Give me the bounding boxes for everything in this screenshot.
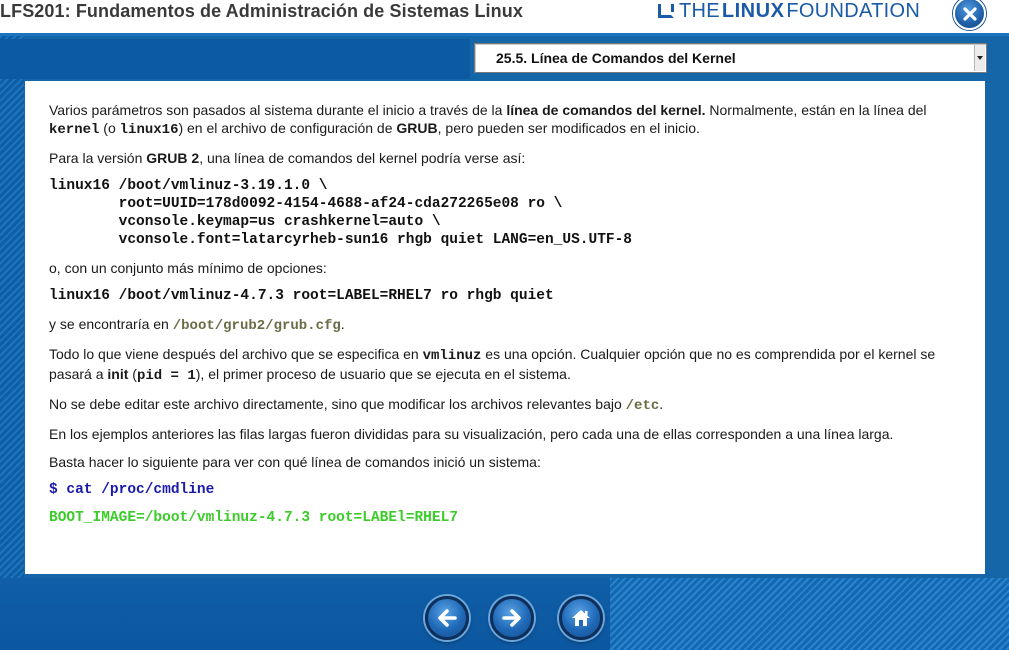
text: Normalmente, están en la línea del — [705, 102, 927, 118]
text: Varios parámetros son pasados al sistema… — [49, 102, 507, 118]
home-button[interactable] — [559, 596, 603, 640]
terminal-output: BOOT_IMAGE=/boot/vmlinuz-4.7.3 root=LABE… — [49, 510, 458, 526]
text: . — [340, 316, 345, 332]
background-band — [0, 39, 470, 79]
inline-code: vmlinuz — [422, 348, 482, 364]
next-button[interactable] — [490, 596, 534, 640]
text: , una línea de comandos del kernel podrí… — [199, 150, 526, 166]
text: ( — [128, 366, 137, 382]
background-stripes-left — [0, 36, 24, 650]
inline-code: pid = 1 — [136, 368, 196, 384]
terminal-command: $ cat /proc/cmdline — [49, 482, 215, 498]
paragraph-check-cmdline: Basta hacer lo siguiente para ver con qu… — [49, 454, 541, 470]
text: (o — [99, 120, 120, 136]
file-path: /etc — [625, 398, 660, 414]
text: y se encontraría en — [49, 316, 173, 332]
text: . — [659, 396, 664, 412]
header: LFS201: Fundamentos de Administración de… — [0, 0, 1009, 36]
paragraph-long-lines: En los ejemplos anteriores las filas lar… — [49, 426, 894, 442]
logo-text-foundation: FOUNDATION — [786, 0, 921, 22]
previous-button[interactable] — [425, 596, 469, 640]
close-icon — [963, 7, 977, 21]
emphasis-text: línea de comandos del kernel. — [506, 102, 706, 118]
paragraph-grub2: Para la versión GRUB 2, una línea de com… — [49, 149, 961, 167]
code-block-full-cmdline: linux16 /boot/vmlinuz-3.19.1.0 \ root=UU… — [49, 178, 632, 248]
close-button[interactable] — [953, 0, 986, 30]
file-path: /boot/grub2/grub.cfg — [172, 318, 341, 334]
inline-code: linux16 — [119, 122, 179, 138]
emphasis-text: GRUB 2 — [146, 150, 200, 166]
paragraph-options: Todo lo que viene después del archivo qu… — [49, 345, 961, 385]
logo-text-the: THE — [679, 0, 720, 22]
emphasis-text: GRUB — [396, 120, 438, 136]
text: , pero pueden ser modificados en el inic… — [437, 120, 700, 136]
content-panel: Varios parámetros son pasados al sistema… — [25, 81, 985, 574]
paragraph-no-edit: No se debe editar este archivo directame… — [49, 395, 961, 415]
paragraph-intro: Varios parámetros son pasados al sistema… — [49, 101, 961, 139]
paragraph-minimal: o, con un conjunto más mínimo de opcione… — [49, 260, 327, 276]
home-icon — [572, 610, 590, 626]
logo-mark-icon — [658, 4, 674, 18]
arrow-left-icon — [438, 609, 457, 627]
text: ), el primer proceso de usuario que se e… — [195, 366, 571, 382]
linux-foundation-logo: THE LINUX FOUNDATION — [658, 0, 920, 22]
section-select[interactable]: 25.5. Línea de Comandos del Kernel — [474, 43, 987, 73]
text: Para la versión — [49, 150, 147, 166]
section-select-value: 25.5. Línea de Comandos del Kernel — [496, 50, 736, 66]
logo-text-linux: LINUX — [721, 0, 785, 22]
footer-stripes — [610, 578, 1009, 650]
emphasis-text: init — [107, 366, 129, 382]
code-block-minimal-cmdline: linux16 /boot/vmlinuz-4.7.3 root=LABEL=R… — [49, 288, 554, 304]
text: ) en el archivo de configuración de — [178, 120, 397, 136]
paragraph-location: y se encontraría en /boot/grub2/grub.cfg… — [49, 315, 961, 335]
text: No se debe editar este archivo directame… — [49, 396, 626, 412]
chevron-down-icon[interactable] — [974, 45, 985, 71]
text: Todo lo que viene después del archivo qu… — [49, 346, 423, 362]
arrow-right-icon — [502, 609, 521, 627]
inline-code: kernel — [49, 122, 100, 138]
course-title: LFS201: Fundamentos de Administración de… — [0, 1, 523, 21]
